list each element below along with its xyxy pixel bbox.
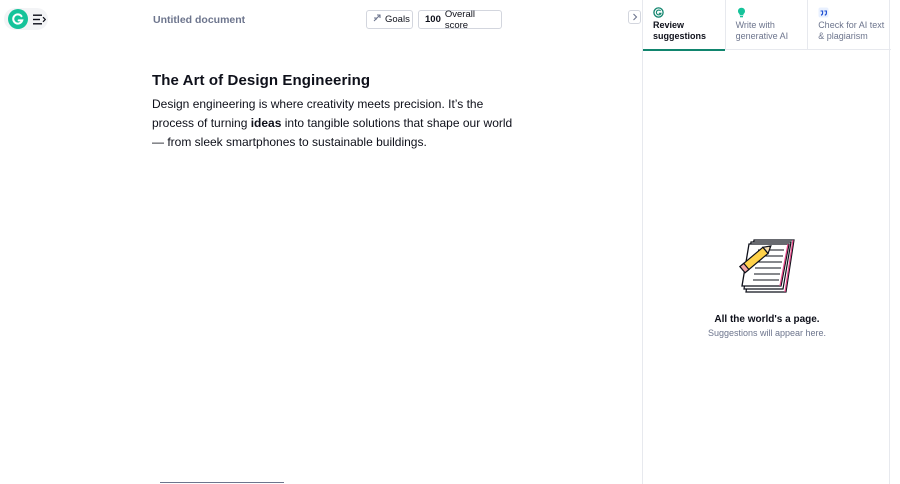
overall-score-button[interactable]: 100 Overall score xyxy=(418,8,502,31)
score-value: 100 xyxy=(425,14,441,25)
tab-label: Check for AI text & plagiarism xyxy=(818,20,885,41)
goals-icon xyxy=(373,14,381,25)
chevron-right-icon xyxy=(632,13,637,21)
tab-generative-ai[interactable]: Write with generative AI xyxy=(726,0,809,50)
collapse-panel-button[interactable] xyxy=(628,10,641,24)
panel-tabs: Review suggestions Write with generative… xyxy=(643,0,891,51)
empty-state-title: All the world's a page. xyxy=(714,314,820,325)
lightbulb-icon xyxy=(737,7,745,18)
bottom-divider xyxy=(160,482,284,483)
grammarly-icon xyxy=(653,7,664,18)
goals-button[interactable]: Goals xyxy=(366,10,413,29)
tab-ai-plagiarism-check[interactable]: Check for AI text & plagiarism xyxy=(808,0,891,50)
empty-state-subtitle: Suggestions will appear here. xyxy=(707,328,827,338)
document-paragraph[interactable]: Design engineering is where creativity m… xyxy=(152,95,522,152)
menu-icon[interactable] xyxy=(31,11,47,27)
document-heading[interactable]: The Art of Design Engineering xyxy=(152,72,522,89)
assistant-panel: Review suggestions Write with generative… xyxy=(642,0,891,484)
tab-label: Write with generative AI xyxy=(735,20,789,41)
tab-label: Review suggestions xyxy=(653,20,707,41)
paragraph-bold-text: ideas xyxy=(250,116,282,130)
app-menu-pill xyxy=(4,8,48,30)
document-body[interactable]: The Art of Design Engineering Design eng… xyxy=(152,72,522,152)
editor-area: Untitled document Goals 100 Overall scor… xyxy=(0,0,642,484)
score-label: Overall score xyxy=(444,8,475,31)
quote-icon xyxy=(818,7,829,18)
notepad-pencil-icon xyxy=(739,239,795,293)
grammarly-logo-icon[interactable] xyxy=(8,9,28,29)
empty-state: All the world's a page. Suggestions will… xyxy=(643,236,891,338)
document-title[interactable]: Untitled document xyxy=(153,14,245,26)
tab-review-suggestions[interactable]: Review suggestions xyxy=(643,0,726,51)
goals-label: Goals xyxy=(385,14,410,25)
